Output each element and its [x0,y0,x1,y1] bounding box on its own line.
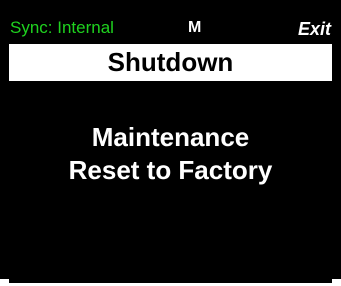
status-bar: Sync: Internal M Exit [0,0,341,44]
page-title: Shutdown [107,47,234,77]
menu-item-reset-to-factory[interactable]: Reset to Factory [0,154,341,187]
device-screen: Sync: Internal M Exit Shutdown Maintenan… [0,0,341,286]
bottom-border-inner [9,279,332,283]
sync-status: Sync: Internal [10,18,114,37]
exit-button[interactable]: Exit [298,19,331,39]
menu-list: Maintenance Reset to Factory [0,121,341,187]
menu-item-maintenance[interactable]: Maintenance [0,121,341,154]
bottom-border [0,279,341,286]
title-bar: Shutdown [9,44,332,81]
mode-indicator: M [188,19,202,36]
